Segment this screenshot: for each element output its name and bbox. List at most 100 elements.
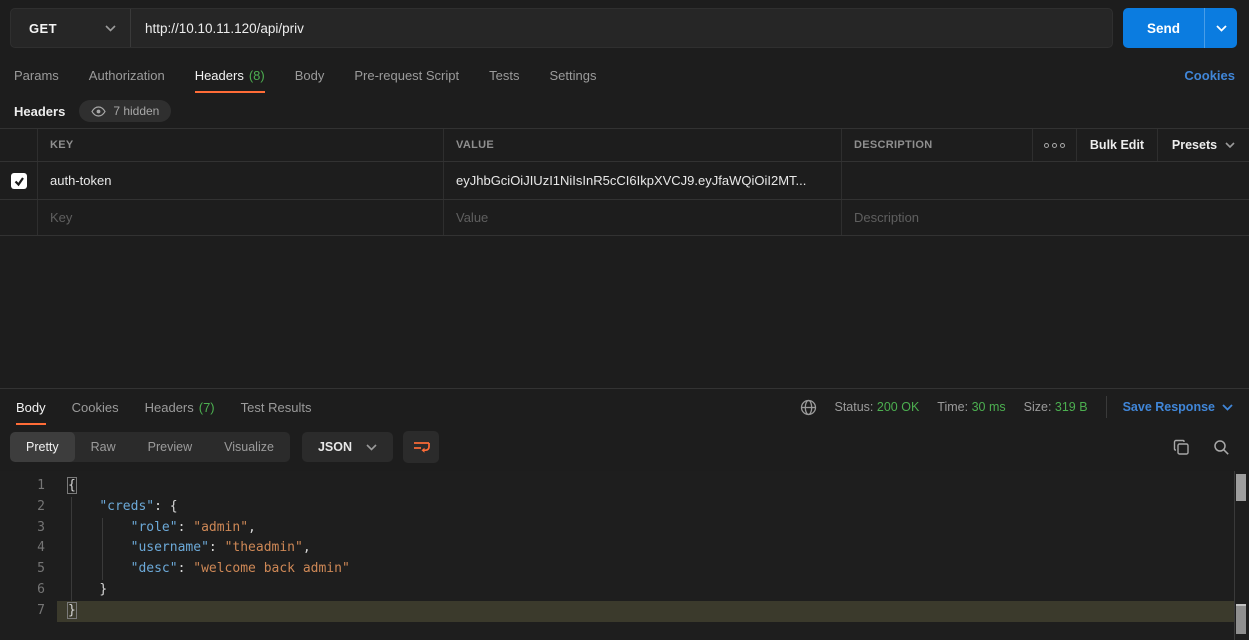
code-token: "username": [131, 540, 209, 555]
tab-label: Headers: [145, 400, 194, 415]
response-tab-cookies[interactable]: Cookies: [72, 390, 119, 425]
globe-icon[interactable]: [800, 399, 817, 416]
copy-response-button[interactable]: [1165, 431, 1197, 463]
chevron-down-icon: [1222, 404, 1233, 411]
code-token: [68, 540, 131, 555]
new-value-field[interactable]: Value: [444, 200, 842, 235]
tab-label: Test Results: [241, 400, 312, 415]
scrollbar-thumb[interactable]: [1236, 604, 1246, 634]
new-description-field[interactable]: Description: [842, 200, 1249, 235]
hidden-headers-toggle[interactable]: 7 hidden: [79, 100, 171, 122]
send-button-group: Send: [1123, 8, 1237, 48]
url-input[interactable]: http://10.10.11.120/api/priv: [131, 9, 1112, 47]
code-token: ,: [248, 520, 256, 535]
code-line-7: 7}: [0, 601, 1249, 622]
search-response-button[interactable]: [1205, 431, 1237, 463]
response-tabs: Body Cookies Headers(7) Test Results: [16, 390, 311, 425]
request-tabs: Params Authorization Headers(8) Body Pre-req…: [14, 58, 596, 93]
header-description-field[interactable]: [842, 162, 1249, 199]
view-tab-preview[interactable]: Preview: [132, 432, 208, 462]
view-tab-visualize[interactable]: Visualize: [208, 432, 290, 462]
presets-dropdown[interactable]: Presets: [1158, 129, 1249, 161]
time-badge: Time: 30 ms: [937, 400, 1005, 414]
new-key-field[interactable]: Key: [38, 200, 444, 235]
tab-label: Pre-request Script: [354, 68, 459, 83]
tab-label: Authorization: [89, 68, 165, 83]
request-panel-filler: [0, 236, 1249, 388]
code-content: "role": "admin",: [57, 518, 1234, 539]
line-number: 1: [0, 476, 57, 497]
line-number: 5: [0, 559, 57, 580]
request-tabs-row: Params Authorization Headers(8) Body Pre-req…: [0, 56, 1249, 94]
header-key-field[interactable]: auth-token: [38, 162, 444, 199]
code-token: {: [170, 499, 178, 514]
tab-label: Body: [295, 68, 325, 83]
status-badge: Status: 200 OK: [835, 400, 920, 414]
wrap-lines-icon: [412, 439, 431, 455]
code-token: :: [178, 561, 194, 576]
line-number: 7: [0, 601, 57, 622]
search-icon: [1213, 439, 1230, 456]
row-checkbox[interactable]: [11, 173, 27, 189]
response-body-viewer[interactable]: 1{2 "creds": {3 "role": "admin",4 "usern…: [0, 471, 1249, 640]
request-tab-settings[interactable]: Settings: [549, 58, 596, 93]
request-tab-body[interactable]: Body: [295, 58, 325, 93]
code-token: "theadmin": [225, 540, 303, 555]
code-token: "role": [131, 520, 178, 535]
scrollbar-thumb[interactable]: [1236, 474, 1246, 501]
send-options-button[interactable]: [1204, 8, 1237, 48]
code-token: "admin": [193, 520, 248, 535]
view-tab-raw[interactable]: Raw: [75, 432, 132, 462]
response-tab-test-results[interactable]: Test Results: [241, 390, 312, 425]
code-token: ,: [303, 540, 311, 555]
code-token: [68, 520, 131, 535]
code-token: :: [209, 540, 225, 555]
wrap-lines-button[interactable]: [403, 431, 439, 463]
request-tab-authorization[interactable]: Authorization: [89, 58, 165, 93]
response-tab-headers[interactable]: Headers(7): [145, 390, 215, 425]
column-description: DESCRIPTION: [842, 129, 1033, 161]
view-tab-pretty[interactable]: Pretty: [10, 432, 75, 462]
request-tab-headers[interactable]: Headers(8): [195, 58, 265, 93]
scrollbar-track[interactable]: [1234, 471, 1249, 640]
code-content: {: [57, 476, 1234, 497]
tab-count: (8): [249, 68, 265, 83]
code-lines: 1{2 "creds": {3 "role": "admin",4 "usern…: [0, 476, 1249, 622]
chevron-down-icon: [1225, 142, 1235, 148]
size-badge: Size: 319 B: [1024, 400, 1088, 414]
request-tab-pre-request-script[interactable]: Pre-request Script: [354, 58, 459, 93]
code-token: "creds": [99, 499, 154, 514]
response-tab-body[interactable]: Body: [16, 390, 46, 425]
header-value-field[interactable]: eyJhbGciOiJIUzI1NiIsInR5cCI6IkpXVCJ9.eyJ…: [444, 162, 842, 199]
url-container: GET http://10.10.11.120/api/priv: [10, 8, 1113, 48]
code-content: "username": "theadmin",: [57, 538, 1234, 559]
code-token: "desc": [131, 561, 178, 576]
code-content: }: [57, 601, 1234, 622]
format-dropdown[interactable]: JSON: [302, 432, 393, 462]
code-token: :: [178, 520, 194, 535]
bulk-edit-button[interactable]: Bulk Edit: [1077, 129, 1158, 161]
code-line-6: 6 }: [0, 580, 1249, 601]
save-response-label: Save Response: [1123, 400, 1215, 414]
line-number: 2: [0, 497, 57, 518]
response-meta: Status: 200 OK Time: 30 ms Size: 319 B S…: [800, 396, 1234, 418]
matched-bracket: }: [68, 603, 76, 618]
row-checkbox-cell: [0, 162, 38, 199]
line-number: 4: [0, 538, 57, 559]
send-button[interactable]: Send: [1123, 8, 1204, 48]
method-dropdown[interactable]: GET: [11, 9, 131, 47]
request-bar: GET http://10.10.11.120/api/priv Send: [0, 0, 1249, 56]
request-tab-params[interactable]: Params: [14, 58, 59, 93]
header-row-auth-token: auth-token eyJhbGciOiJIUzI1NiIsInR5cCI6I…: [0, 162, 1249, 200]
line-number: 3: [0, 518, 57, 539]
cookies-link[interactable]: Cookies: [1184, 68, 1235, 83]
line-number: 6: [0, 580, 57, 601]
request-tab-tests[interactable]: Tests: [489, 58, 519, 93]
row-checkbox-cell: [0, 200, 38, 235]
presets-label: Presets: [1172, 138, 1217, 152]
check-icon: [13, 175, 25, 187]
headers-panel-title: Headers: [14, 104, 65, 119]
save-response-button[interactable]: Save Response: [1106, 396, 1233, 418]
more-options-button[interactable]: [1033, 129, 1077, 161]
code-token: :: [154, 499, 170, 514]
